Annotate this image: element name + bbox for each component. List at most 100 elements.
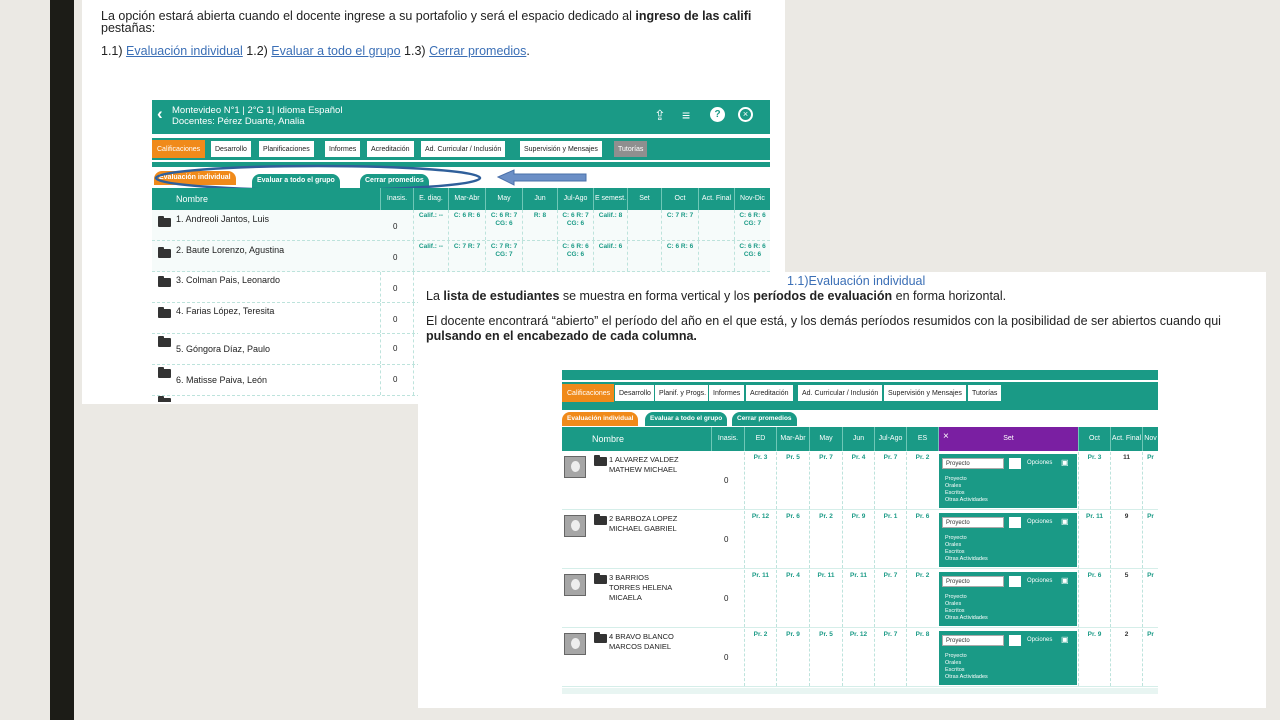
tab-calificaciones[interactable]: Calificaciones bbox=[562, 384, 616, 402]
folder-icon[interactable] bbox=[594, 455, 607, 466]
save-icon[interactable]: ▣ bbox=[1061, 458, 1069, 467]
tab-planif-progs[interactable]: Planif. y Progs. bbox=[654, 384, 712, 402]
close-icon[interactable]: × bbox=[738, 107, 753, 122]
cell-jun[interactable]: Pr. 11 bbox=[842, 570, 874, 627]
link-evaluar-todo-grupo[interactable]: Evaluar a todo el grupo bbox=[271, 44, 400, 58]
cell-jun[interactable] bbox=[522, 241, 557, 271]
set-type-select[interactable]: Proyecto bbox=[942, 576, 1004, 587]
cell-jul-ago[interactable]: Pr. 7 bbox=[874, 629, 906, 686]
set-options-button[interactable]: Opciones bbox=[1027, 458, 1052, 469]
col-nov-dic[interactable]: Nov-Dic bbox=[734, 188, 770, 210]
cell-esemest[interactable]: Calif.: 8 bbox=[593, 210, 627, 240]
cell-ed[interactable]: Pr. 11 bbox=[744, 570, 776, 627]
set-type-select[interactable]: Proyecto bbox=[942, 635, 1004, 646]
set-grade-input[interactable] bbox=[1009, 635, 1021, 646]
subtab-cerrar-promedios[interactable]: Cerrar promedios bbox=[732, 412, 797, 426]
cell-jun[interactable]: Pr. 4 bbox=[842, 452, 874, 509]
folder-icon[interactable] bbox=[594, 514, 607, 525]
set-type-select[interactable]: Proyecto bbox=[942, 517, 1004, 528]
cell-oct[interactable]: C: 7 R: 7 bbox=[661, 210, 698, 240]
col-act-final[interactable]: Act. Final bbox=[1110, 427, 1142, 451]
folder-icon[interactable] bbox=[158, 396, 171, 402]
cell-ed[interactable]: Pr. 3 bbox=[744, 452, 776, 509]
cell-oct[interactable]: Pr. 11 bbox=[1078, 511, 1110, 568]
col-jun[interactable]: Jun bbox=[522, 188, 557, 210]
table-row[interactable]: 1 ALVAREZ VALDEZ MATHEW MICHAEL 0 Pr. 3 … bbox=[562, 452, 1158, 510]
cell-mar-abr[interactable]: Pr. 6 bbox=[776, 511, 809, 568]
cell-ediag[interactable]: Calif.: -- bbox=[413, 241, 448, 271]
tab-tutorias[interactable]: Tutorías bbox=[967, 384, 1003, 402]
cell-oct[interactable]: C: 6 R: 6 bbox=[661, 241, 698, 271]
cell-es[interactable]: Pr. 8 bbox=[906, 629, 938, 686]
cell-jul-ago[interactable]: C: 6 R: 6 CG: 6 bbox=[557, 241, 593, 271]
col-nov[interactable]: Nov bbox=[1142, 427, 1158, 451]
cell-act-final[interactable] bbox=[698, 210, 734, 240]
cell-act-final[interactable]: 5 bbox=[1110, 570, 1142, 627]
tab-acreditacion[interactable]: Acreditación bbox=[366, 140, 415, 158]
cell-mar-abr[interactable]: C: 6 R: 6 bbox=[448, 210, 485, 240]
table-row[interactable]: 2 BARBOZA LOPEZ MICHAEL GABRIEL 0 Pr. 12… bbox=[562, 511, 1158, 569]
cell-nov-dic[interactable]: C: 6 R: 6 CG: 7 bbox=[734, 210, 770, 240]
cell-jul-ago[interactable]: C: 6 R: 7 CG: 6 bbox=[557, 210, 593, 240]
tab-planificaciones[interactable]: Planificaciones bbox=[258, 140, 315, 158]
link-evaluacion-individual[interactable]: Evaluación individual bbox=[126, 44, 243, 58]
tab-informes[interactable]: Informes bbox=[708, 384, 746, 402]
help-icon[interactable]: ? bbox=[710, 107, 725, 122]
col-set[interactable]: Set bbox=[627, 188, 661, 210]
cell-jun[interactable]: Pr. 12 bbox=[842, 629, 874, 686]
col-mar-abr[interactable]: Mar-Abr bbox=[776, 427, 809, 451]
tab-desarrollo[interactable]: Desarrollo bbox=[210, 140, 252, 158]
cell-may[interactable]: Pr. 5 bbox=[809, 629, 842, 686]
cell-es[interactable]: Pr. 6 bbox=[906, 511, 938, 568]
cell-mar-abr[interactable]: Pr. 4 bbox=[776, 570, 809, 627]
cell-es[interactable]: Pr. 2 bbox=[906, 452, 938, 509]
cell-act-final[interactable]: 2 bbox=[1110, 629, 1142, 686]
tab-informes[interactable]: Informes bbox=[324, 140, 362, 158]
col-es[interactable]: ES bbox=[906, 427, 938, 451]
set-grade-input[interactable] bbox=[1009, 458, 1021, 469]
col-act-final[interactable]: Act. Final bbox=[698, 188, 734, 210]
cell-set[interactable] bbox=[627, 241, 661, 271]
folder-icon[interactable] bbox=[158, 336, 171, 347]
tab-supervision[interactable]: Supervisión y Mensajes bbox=[519, 140, 603, 158]
set-grade-input[interactable] bbox=[1009, 517, 1021, 528]
cell-mar-abr[interactable]: Pr. 5 bbox=[776, 452, 809, 509]
cell-oct[interactable]: Pr. 3 bbox=[1078, 452, 1110, 509]
cell-ed[interactable]: Pr. 12 bbox=[744, 511, 776, 568]
tab-acreditacion[interactable]: Acreditación bbox=[745, 384, 794, 402]
cell-jul-ago[interactable]: Pr. 1 bbox=[874, 511, 906, 568]
cell-ed[interactable]: Pr. 2 bbox=[744, 629, 776, 686]
cell-may[interactable]: C: 7 R: 7 CG: 7 bbox=[485, 241, 522, 271]
save-icon[interactable]: ▣ bbox=[1061, 635, 1069, 644]
save-icon[interactable]: ▣ bbox=[1061, 517, 1069, 526]
cell-nov[interactable]: Pr bbox=[1142, 452, 1158, 509]
folder-icon[interactable] bbox=[158, 247, 171, 258]
cell-set[interactable] bbox=[627, 210, 661, 240]
cell-act-final[interactable]: 11 bbox=[1110, 452, 1142, 509]
folder-icon[interactable] bbox=[158, 216, 171, 227]
cell-esemest[interactable]: Calif.: 6 bbox=[593, 241, 627, 271]
share-icon[interactable]: ⇪ bbox=[654, 107, 666, 124]
subtab-evaluar-grupo[interactable]: Evaluar a todo el grupo bbox=[645, 412, 728, 426]
cell-may[interactable]: Pr. 11 bbox=[809, 570, 842, 627]
tab-ad-curricular[interactable]: Ad. Curricular / Inclusión bbox=[420, 140, 507, 158]
col-nombre[interactable]: Nombre bbox=[562, 427, 711, 451]
link-cerrar-promedios[interactable]: Cerrar promedios bbox=[429, 44, 526, 58]
col-inasis[interactable]: Inasis. bbox=[711, 427, 744, 451]
cell-may[interactable]: Pr. 2 bbox=[809, 511, 842, 568]
table-row[interactable]: 3 BARRIOS TORRES HELENA MICAELA 0 Pr. 11… bbox=[562, 570, 1158, 628]
tab-tutorias[interactable]: Tutorías bbox=[613, 140, 649, 158]
subtab-evaluacion-individual[interactable]: Evaluación individual bbox=[562, 412, 639, 426]
folder-icon[interactable] bbox=[158, 367, 171, 378]
col-jul-ago[interactable]: Jul-Ago bbox=[557, 188, 593, 210]
col-oct[interactable]: Oct bbox=[1078, 427, 1110, 451]
cell-jun[interactable]: R: 8 bbox=[522, 210, 557, 240]
col-jun[interactable]: Jun bbox=[842, 427, 874, 451]
folder-icon[interactable] bbox=[594, 573, 607, 584]
cell-oct[interactable]: Pr. 9 bbox=[1078, 629, 1110, 686]
table-row[interactable]: 1. Andreoli Jantos, Luis 0 Calif.: -- C:… bbox=[152, 210, 770, 241]
cell-mar-abr[interactable]: C: 7 R: 7 bbox=[448, 241, 485, 271]
table-row[interactable]: 4 BRAVO BLANCO MARCOS DANIEL 0 Pr. 2 Pr.… bbox=[562, 629, 1158, 687]
tab-desarrollo[interactable]: Desarrollo bbox=[614, 384, 656, 402]
cell-nov[interactable]: Pr bbox=[1142, 629, 1158, 686]
